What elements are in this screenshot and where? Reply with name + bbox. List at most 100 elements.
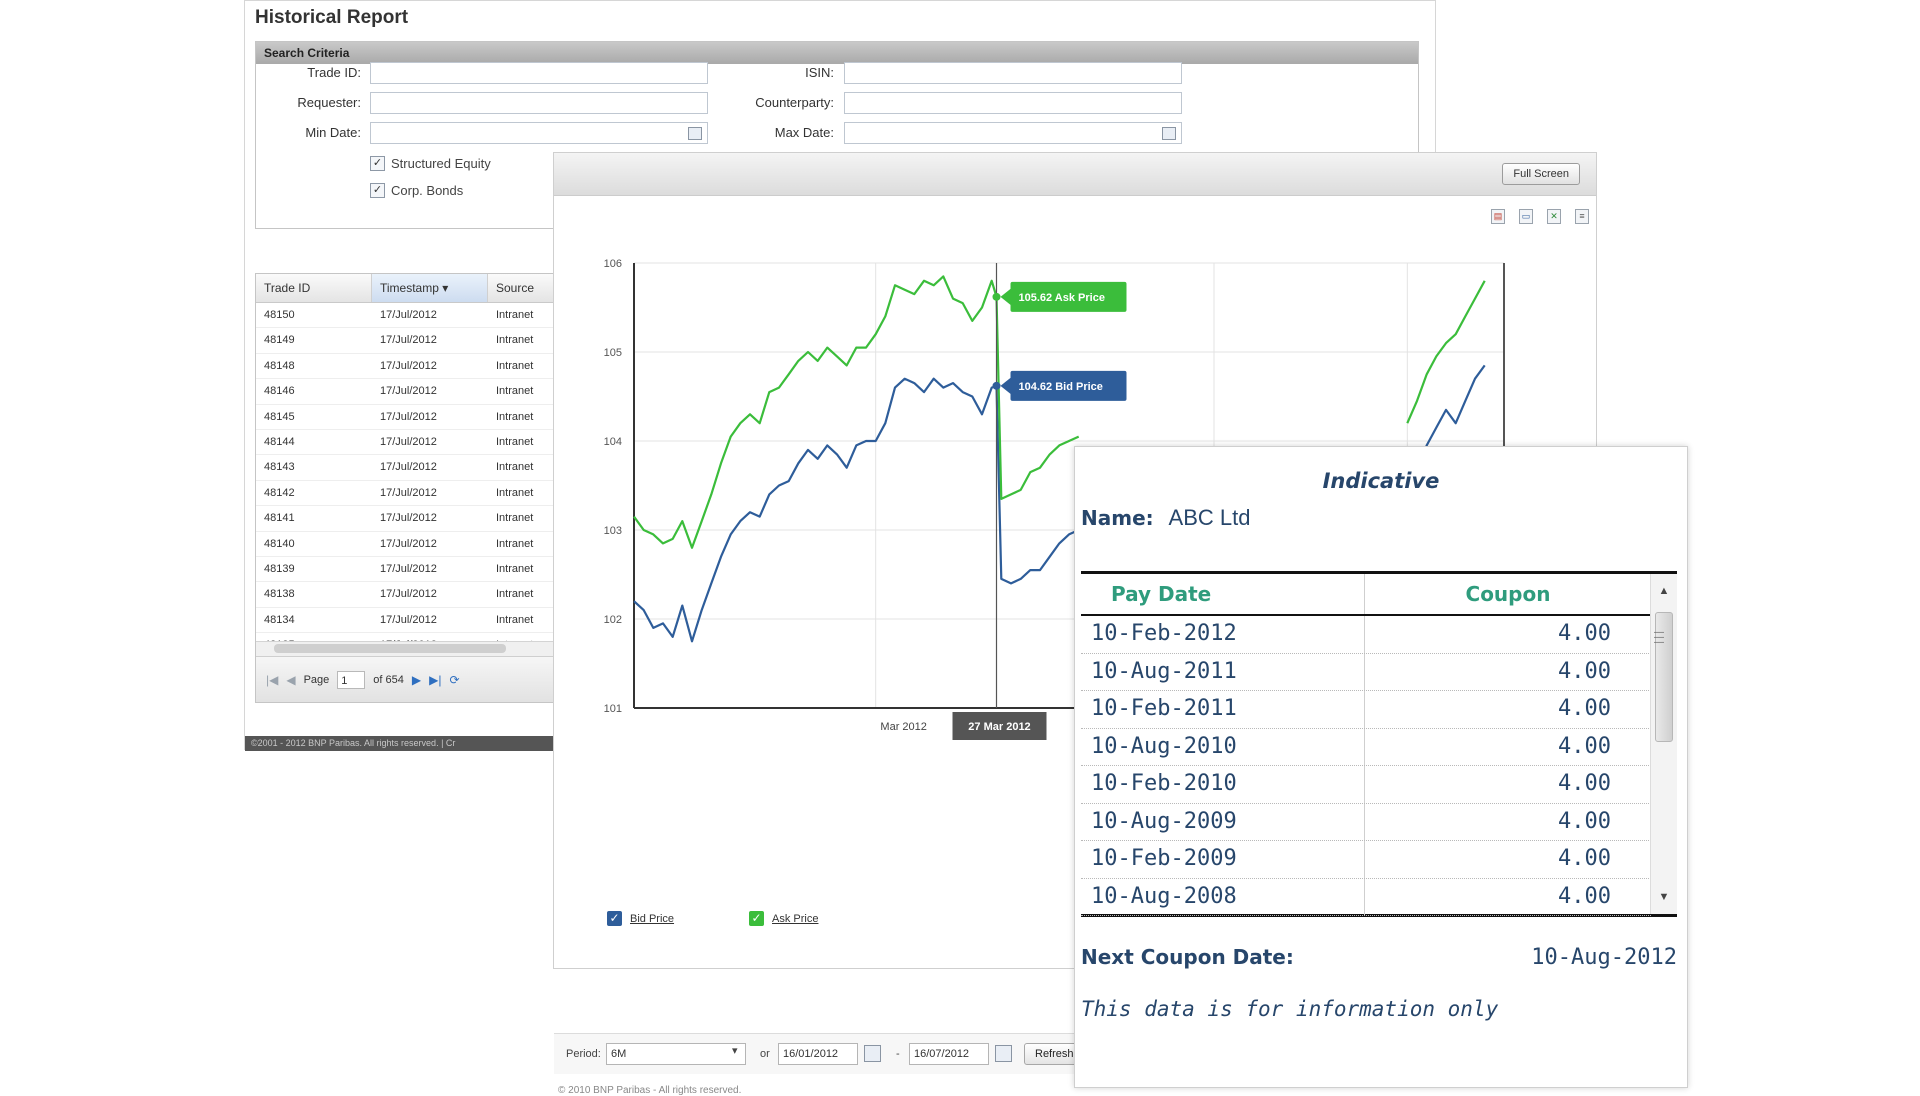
coupon-table-body: 10-Feb-2012 4.00 10-Aug-2011 4.00 10-Feb-201… [1081, 616, 1677, 916]
trade-id-input[interactable] [370, 62, 708, 84]
column-header-timestamp[interactable]: Timestamp ▾ [372, 274, 488, 302]
legend-ask-price[interactable]: ✓ Ask Price [749, 911, 818, 926]
full-screen-button[interactable]: Full Screen [1502, 163, 1580, 185]
y-tick-label: 102 [604, 614, 622, 626]
table-cell: Intranet [496, 309, 534, 321]
max-date-label: Max Date: [774, 125, 834, 140]
table-row[interactable]: 48145 17/Jul/2012 Intranet [256, 405, 556, 430]
table-row[interactable]: 48146 17/Jul/2012 Intranet [256, 379, 556, 405]
min-date-input[interactable] [370, 122, 708, 144]
coupon-table-header: Pay Date Coupon [1081, 574, 1651, 616]
first-page-icon[interactable]: |◀ [266, 673, 278, 687]
table-row[interactable]: 48150 17/Jul/2012 Intranet [256, 303, 556, 329]
table-cell: Intranet [496, 334, 534, 347]
name-label: Name: [1081, 506, 1154, 530]
table-row[interactable]: 48149 17/Jul/2012 Intranet [256, 328, 556, 354]
pdf-export-icon[interactable]: ▤ [1491, 209, 1505, 224]
y-tick-label: 103 [604, 525, 622, 537]
refresh-icon[interactable]: ⟳ [449, 673, 459, 687]
requester-input[interactable] [370, 92, 708, 114]
legend-bid-price[interactable]: ✓ Bid Price [607, 911, 674, 926]
pay-date-cell: 10-Aug-2008 [1081, 878, 1365, 915]
horizontal-scrollbar[interactable] [256, 641, 556, 656]
page-number-input[interactable]: 1 [337, 670, 366, 689]
requester-label: Requester: [297, 95, 361, 110]
scroll-down-icon[interactable]: ▼ [1651, 886, 1677, 908]
table-row[interactable]: 48141 17/Jul/2012 Intranet [256, 506, 556, 532]
crosshair-date-label: 27 Mar 2012 [968, 721, 1030, 733]
chevron-down-icon[interactable]: ▾ [732, 1044, 738, 1057]
column-header-trade-id[interactable]: Trade ID [256, 274, 372, 302]
legend-checkbox[interactable]: ✓ [749, 911, 764, 926]
table-row[interactable]: 48140 17/Jul/2012 Intranet [256, 532, 556, 557]
table-cell: 48146 [264, 385, 295, 398]
table-cell: Intranet [496, 562, 534, 575]
table-row[interactable]: 48142 17/Jul/2012 Intranet [256, 481, 556, 507]
corp-bonds-checkbox[interactable]: ✓ Corp. Bonds [370, 183, 463, 198]
coupon-cell: 4.00 [1558, 696, 1611, 721]
next-page-icon[interactable]: ▶ [412, 673, 421, 687]
table-cell: 48150 [264, 309, 295, 321]
checkbox-box[interactable]: ✓ [370, 156, 385, 171]
isin-input[interactable] [844, 62, 1182, 84]
pay-date-cell: 10-Aug-2009 [1081, 803, 1365, 840]
grid-header: Trade ID Timestamp ▾ Source [256, 274, 556, 303]
indicative-title: Indicative [1322, 469, 1440, 493]
calendar-icon[interactable] [864, 1045, 881, 1062]
scroll-up-icon[interactable]: ▲ [1651, 580, 1677, 602]
period-select[interactable]: 6M [606, 1043, 746, 1065]
checkbox-box[interactable]: ✓ [370, 183, 385, 198]
coupon-cell: 4.00 [1558, 621, 1611, 646]
table-cell: Intranet [496, 613, 534, 626]
trade-id-label: Trade ID: [307, 65, 361, 80]
legend-checkbox[interactable]: ✓ [607, 911, 622, 926]
last-page-icon[interactable]: ▶| [429, 673, 441, 687]
calendar-icon[interactable] [995, 1045, 1012, 1062]
pay-date-cell: 10-Feb-2009 [1081, 841, 1365, 878]
table-cell: 17/Jul/2012 [380, 486, 437, 499]
table-cell: 17/Jul/2012 [380, 385, 437, 398]
pay-date-cell: 10-Feb-2011 [1081, 691, 1365, 728]
date-from-input[interactable]: 16/01/2012 [778, 1043, 858, 1065]
column-header-coupon: Coupon [1465, 582, 1551, 606]
table-row[interactable]: 48134 17/Jul/2012 Intranet [256, 608, 556, 634]
table-row[interactable]: 48144 17/Jul/2012 Intranet [256, 430, 556, 456]
date-to-input[interactable]: 16/07/2012 [909, 1043, 989, 1065]
prev-page-icon[interactable]: ◀ [286, 673, 295, 687]
coupon-row: 10-Aug-2008 4.00 [1081, 878, 1651, 916]
coupon-row: 10-Aug-2011 4.00 [1081, 653, 1651, 691]
counterparty-input[interactable] [844, 92, 1182, 114]
vertical-scrollbar[interactable]: ▲ — — — ▼ [1650, 574, 1677, 914]
coupon-cell: 4.00 [1558, 658, 1611, 684]
table-cell: 48149 [264, 334, 295, 347]
table-cell: 17/Jul/2012 [380, 588, 437, 601]
table-cell: 48145 [264, 410, 295, 423]
calendar-icon[interactable] [1162, 127, 1176, 140]
table-row[interactable]: 48139 17/Jul/2012 Intranet [256, 557, 556, 583]
table-row[interactable]: 48138 17/Jul/2012 Intranet [256, 582, 556, 608]
print-icon[interactable]: ≡ [1575, 209, 1589, 224]
table-cell: 17/Jul/2012 [380, 613, 437, 626]
structured-equity-checkbox[interactable]: ✓ Structured Equity [370, 156, 491, 171]
coupon-row: 10-Feb-2012 4.00 [1081, 616, 1651, 654]
coupon-row: 10-Aug-2009 4.00 [1081, 803, 1651, 841]
max-date-input[interactable] [844, 122, 1182, 144]
pay-date-cell: 10-Aug-2011 [1081, 653, 1365, 690]
report-footer: ©2001 - 2012 BNP Paribas. All rights res… [245, 736, 555, 751]
image-export-icon[interactable]: ▭ [1519, 209, 1533, 224]
scrollbar-thumb[interactable] [274, 644, 506, 653]
table-row[interactable]: 48148 17/Jul/2012 Intranet [256, 354, 556, 380]
tooltip-label: 105.62 Ask Price [1019, 292, 1105, 304]
column-header-source[interactable]: Source [488, 274, 556, 302]
trade-grid: Trade ID Timestamp ▾ Source 48150 17/Jul/… [255, 273, 557, 703]
pay-date-cell: 10-Aug-2010 [1081, 728, 1365, 765]
coupon-cell: 4.00 [1558, 846, 1611, 871]
table-cell: 48141 [264, 512, 295, 525]
table-cell: 17/Jul/2012 [380, 562, 437, 575]
issuer-name: Name: ABC Ltd [1081, 505, 1250, 531]
table-row[interactable]: 48143 17/Jul/2012 Intranet [256, 455, 556, 481]
excel-export-icon[interactable]: ✕ [1547, 209, 1561, 224]
tooltip-label: 104.62 Bid Price [1019, 381, 1103, 393]
table-cell: Intranet [496, 435, 534, 448]
table-cell: Intranet [496, 359, 534, 372]
